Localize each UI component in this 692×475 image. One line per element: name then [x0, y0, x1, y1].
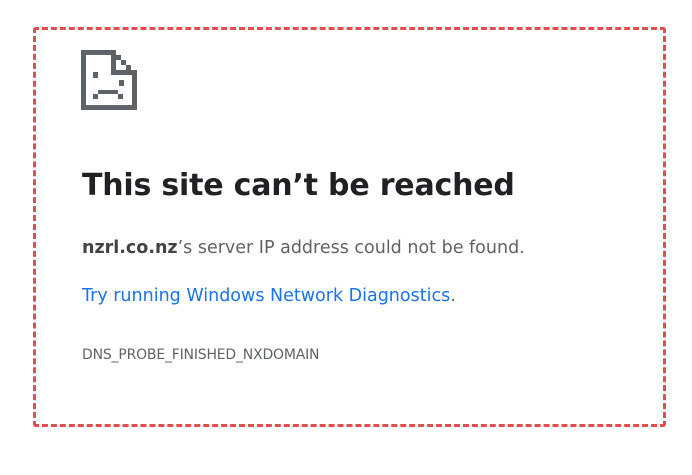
domain-name: nzrl.co.nz [82, 238, 178, 258]
sad-file-icon [81, 50, 137, 110]
network-diagnostics-link[interactable]: Try running Windows Network Diagnostics [82, 286, 450, 306]
error-page: This site can’t be reached nzrl.co.nz’s … [0, 0, 692, 475]
page-title: This site can’t be reached [82, 168, 515, 203]
error-message-text: ’s server IP address could not be found. [177, 238, 525, 258]
diagnostics-period: . [450, 286, 456, 306]
error-message: nzrl.co.nz’s server IP address could not… [82, 238, 525, 258]
diagnostics-line: Try running Windows Network Diagnostics. [82, 286, 456, 306]
error-code: DNS_PROBE_FINISHED_NXDOMAIN [82, 347, 320, 363]
